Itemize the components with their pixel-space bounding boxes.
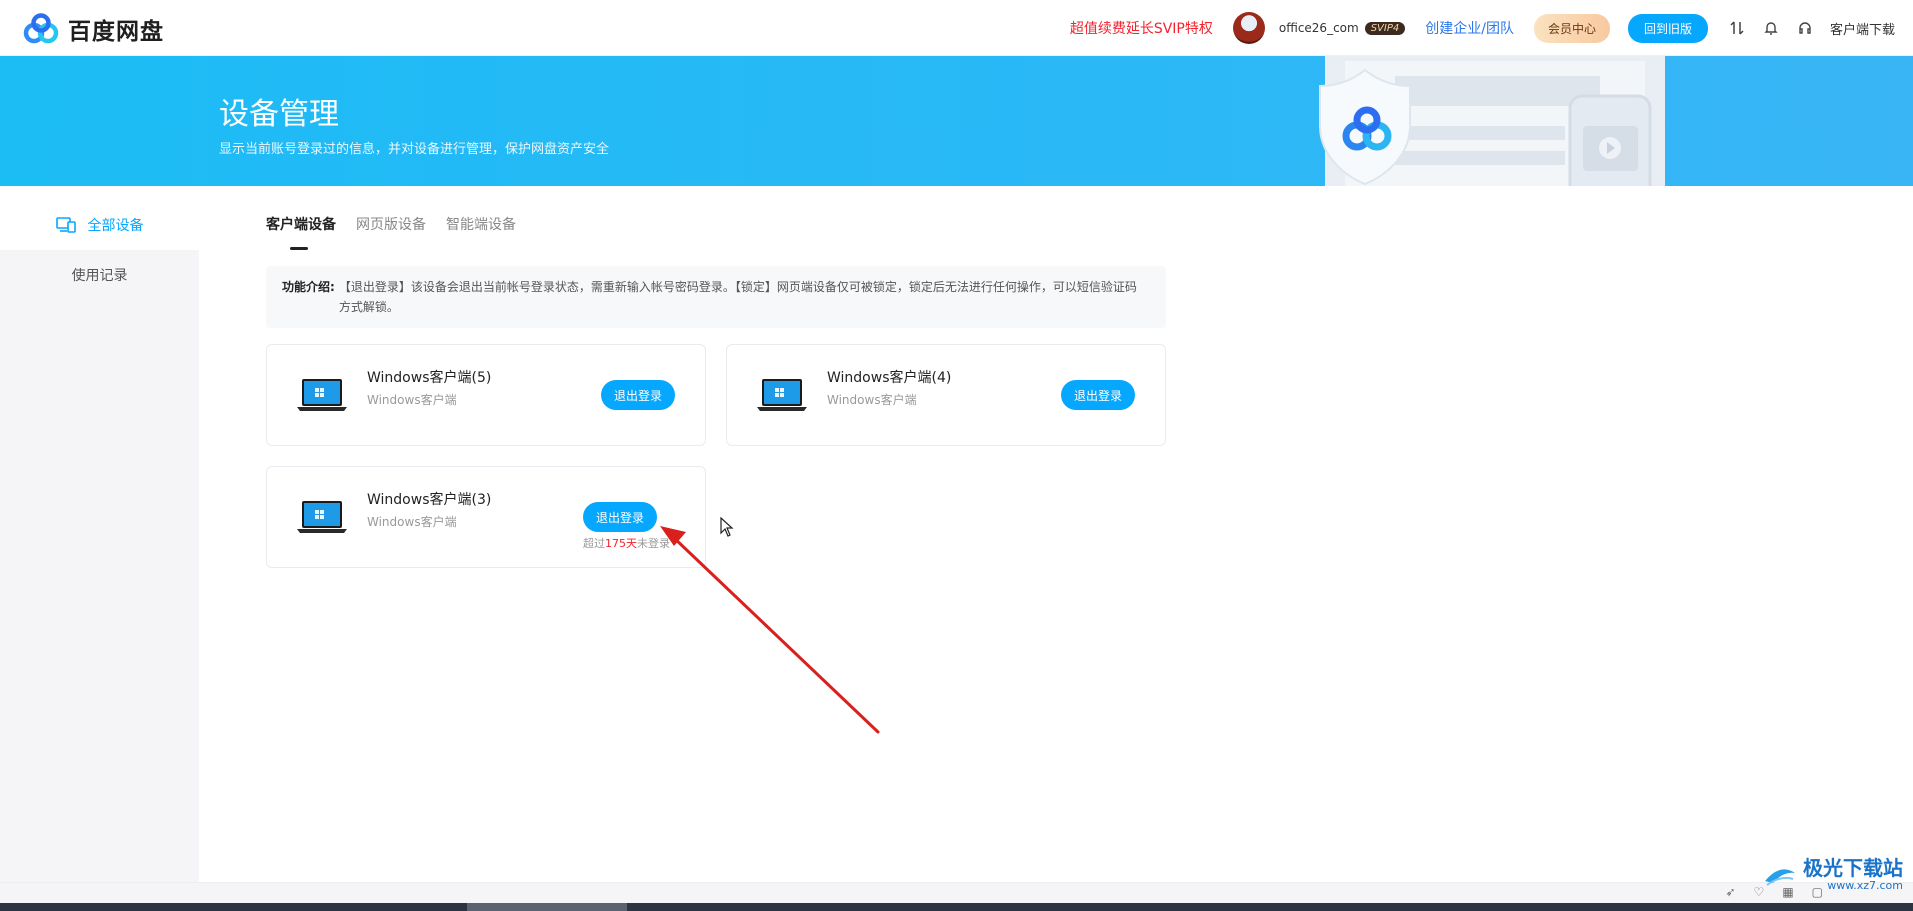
laptop-icon: [297, 501, 347, 533]
inactive-duration-note: 超过175天未登录: [583, 535, 670, 551]
device-card: Windows客户端(3) Windows客户端 退出登录 超过175天未登录: [266, 466, 706, 568]
device-card: Windows客户端(4) Windows客户端 退出登录: [726, 344, 1166, 446]
cloud-logo-icon: [23, 13, 59, 44]
inactive-days: 175天: [605, 537, 637, 550]
note-prefix: 超过: [583, 537, 605, 550]
tab-web-devices[interactable]: 网页版设备: [356, 214, 426, 234]
sidebar-item-all-devices[interactable]: 全部设备: [0, 200, 199, 250]
client-download-link[interactable]: 客户端下载: [1830, 19, 1895, 38]
laptop-icon: [297, 379, 347, 411]
device-card: Windows客户端(5) Windows客户端 退出登录: [266, 344, 706, 446]
laptop-icon: [757, 379, 807, 411]
note-suffix: 未登录: [637, 537, 670, 550]
device-type: Windows客户端: [367, 393, 457, 407]
taskbar-active-item[interactable]: [467, 903, 627, 911]
watermark: 极光下载站 www.xz7.com: [1763, 857, 1903, 892]
back-to-old-version-button[interactable]: 回到旧版: [1627, 13, 1708, 43]
username[interactable]: office26_com: [1279, 21, 1359, 35]
device-type: Windows客户端: [367, 515, 457, 529]
avatar[interactable]: [1232, 12, 1265, 44]
device-name: Windows客户端(4): [827, 370, 952, 386]
mouse-cursor-icon: [720, 517, 734, 537]
logout-button[interactable]: 退出登录: [583, 502, 657, 532]
device-type: Windows客户端: [827, 393, 917, 407]
sidebar-item-usage-records[interactable]: 使用记录: [0, 250, 199, 300]
device-name: Windows客户端(5): [367, 370, 492, 386]
banner-illustration: [1319, 56, 1665, 186]
watermark-url: www.xz7.com: [1827, 879, 1903, 892]
sidebar: 全部设备 使用记录: [0, 200, 199, 882]
logo-text: 百度网盘: [68, 19, 164, 45]
notice-text: 【退出登录】该设备会退出当前帐号登录状态，需重新输入帐号密码登录。【锁定】网页端…: [338, 280, 1137, 314]
top-right-nav: 超值续费延长SVIP特权 office26_com SVIP4 创建企业/团队 …: [1070, 0, 1895, 56]
logout-button[interactable]: 退出登录: [1061, 380, 1135, 410]
active-tab-indicator: [290, 247, 308, 250]
top-bar: 百度网盘 超值续费延长SVIP特权 office26_com SVIP4 创建企…: [0, 0, 1913, 56]
watermark-text: 极光下载站: [1803, 856, 1903, 880]
device-tabs: 客户端设备 网页版设备 智能端设备: [266, 214, 516, 234]
headset-icon[interactable]: [1796, 19, 1814, 37]
tab-client-devices[interactable]: 客户端设备: [266, 214, 336, 234]
transfer-icon[interactable]: [1728, 19, 1746, 37]
member-center-button[interactable]: 会员中心: [1533, 13, 1610, 43]
create-enterprise-link[interactable]: 创建企业/团队: [1425, 18, 1514, 38]
baidu-netdisk-logo[interactable]: 百度网盘: [22, 12, 164, 46]
sidebar-item-label: 使用记录: [71, 268, 128, 284]
tab-smart-devices[interactable]: 智能端设备: [446, 214, 516, 234]
notice-label: 功能介绍:: [282, 280, 335, 294]
svip-promo-link[interactable]: 超值续费延长SVIP特权: [1070, 18, 1213, 38]
page-subtitle: 显示当前账号登录过的信息，并对设备进行管理，保护网盘资产安全: [219, 142, 610, 157]
logout-button[interactable]: 退出登录: [601, 380, 675, 410]
watermark-logo-icon: [1765, 868, 1795, 886]
vip-level-badge: SVIP4: [1364, 21, 1406, 35]
bottom-status-strip: ➶ ♡ ▦ ▢: [0, 882, 1913, 903]
bell-icon[interactable]: [1762, 19, 1780, 37]
device-name: Windows客户端(3): [367, 492, 492, 508]
devices-icon: [55, 217, 76, 233]
rocket-icon[interactable]: ➶: [1725, 885, 1735, 899]
page-title: 设备管理: [219, 97, 339, 132]
sidebar-item-label: 全部设备: [87, 218, 144, 234]
page-banner: 设备管理 显示当前账号登录过的信息，并对设备进行管理，保护网盘资产安全: [0, 56, 1913, 186]
feature-notice: 功能介绍: 【退出登录】该设备会退出当前帐号登录状态，需重新输入帐号密码登录。【…: [266, 266, 1166, 328]
os-taskbar: [0, 903, 1913, 911]
